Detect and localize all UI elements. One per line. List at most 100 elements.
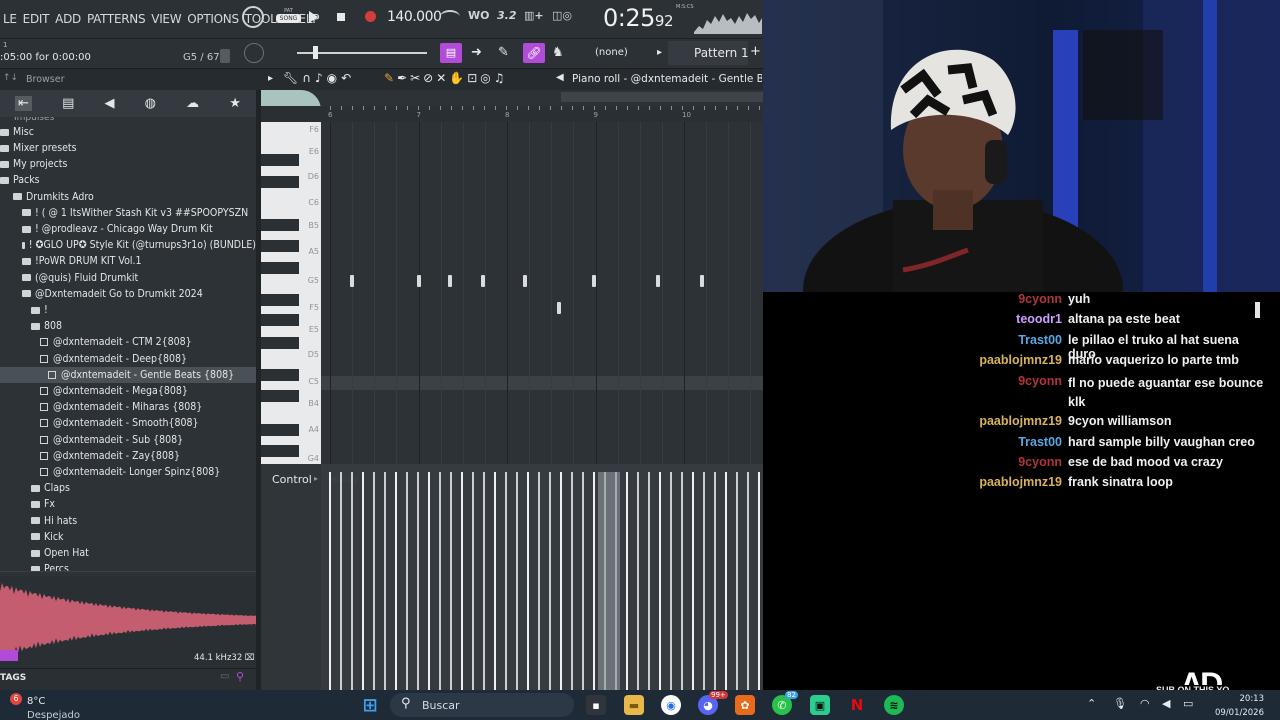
velocity-bars[interactable] bbox=[321, 464, 763, 690]
menu-edit[interactable]: EDIT bbox=[20, 12, 53, 26]
mic-icon[interactable] bbox=[220, 49, 230, 63]
play-preview-icon[interactable] bbox=[0, 650, 18, 661]
browser-star-icon[interactable]: ★ bbox=[229, 96, 241, 111]
clock-date[interactable]: 09/01/2026 bbox=[1207, 708, 1264, 718]
velocity-bar[interactable] bbox=[395, 472, 397, 690]
timeline-ruler[interactable]: 6 7 8 9 10 bbox=[261, 106, 763, 122]
bar-number[interactable]: 7 bbox=[417, 111, 421, 119]
velocity-bar[interactable] bbox=[626, 472, 628, 690]
black-key[interactable] bbox=[261, 294, 299, 306]
task-view-icon[interactable]: ▪ bbox=[586, 695, 606, 715]
browser-item[interactable]: Claps bbox=[0, 480, 256, 496]
browser-item[interactable]: @dxntemadeit - Deep{808} bbox=[0, 351, 256, 367]
browser-item[interactable]: @dxntemadeit - Mega{808} bbox=[0, 383, 256, 399]
pianoroll-menu-arrow-icon[interactable]: ▸ bbox=[268, 73, 273, 84]
stop-icon[interactable] bbox=[337, 13, 345, 21]
velocity-bar[interactable] bbox=[593, 472, 595, 690]
black-key[interactable] bbox=[261, 262, 299, 274]
browser-item[interactable]: Open Hat bbox=[0, 545, 256, 561]
song-time-display[interactable]: 0:2592 bbox=[603, 4, 674, 32]
snap-selector[interactable]: (none) bbox=[595, 47, 628, 58]
chat-username[interactable]: paablojmnz19 bbox=[763, 414, 1068, 428]
search-box[interactable]: ⚲ Buscar bbox=[390, 693, 574, 717]
browser-item[interactable]: @dxntemadeit - CTM 2{808} bbox=[0, 334, 256, 350]
velocity-bar[interactable] bbox=[329, 472, 331, 690]
step-edit-icon[interactable]: ▥+ bbox=[524, 9, 544, 22]
countdown-icon[interactable]: 3.2 bbox=[497, 9, 517, 22]
tag-folder-icon[interactable]: ▭ bbox=[220, 671, 229, 682]
chat-scrollbar[interactable] bbox=[1255, 302, 1260, 318]
wifi-icon[interactable]: ◠ bbox=[1140, 697, 1150, 710]
velocity-bar[interactable] bbox=[362, 472, 364, 690]
bar-number[interactable]: 6 bbox=[328, 111, 332, 119]
app-icon[interactable]: ▣ bbox=[810, 695, 830, 715]
velocity-bar[interactable] bbox=[450, 472, 452, 690]
stamp-icon[interactable]: ♞ bbox=[552, 45, 564, 60]
browser-item[interactable]: Misc bbox=[0, 124, 256, 140]
velocity-bar[interactable] bbox=[747, 472, 749, 690]
volume-icon[interactable]: ◀ bbox=[1162, 697, 1170, 710]
bar-number[interactable]: 8 bbox=[505, 111, 509, 119]
event-editor[interactable]: Control ▸ Velocity bbox=[261, 464, 763, 690]
loop-record-icon[interactable]: ◫◎ bbox=[552, 9, 572, 22]
add-pattern-button[interactable]: + bbox=[750, 44, 761, 59]
menu-options[interactable]: OPTIONS bbox=[184, 12, 242, 26]
note[interactable] bbox=[350, 275, 355, 287]
play-icon[interactable] bbox=[309, 11, 318, 23]
velocity-bar[interactable] bbox=[637, 472, 639, 690]
browser-item[interactable]: @dxntemadeit - Sub {808} bbox=[0, 432, 256, 448]
velocity-bar[interactable] bbox=[351, 472, 353, 690]
browser-item[interactable]: @Dxntemadeit Go to Drumkit 2024 bbox=[0, 286, 256, 302]
menu-add[interactable]: ADD bbox=[52, 12, 84, 26]
velocity-bar[interactable] bbox=[516, 472, 518, 690]
chat-username[interactable]: 9cyonn bbox=[763, 455, 1068, 469]
browser-item[interactable]: Fx bbox=[0, 496, 256, 512]
black-key[interactable] bbox=[261, 369, 299, 381]
control-label[interactable]: Control bbox=[272, 473, 312, 486]
slider-handle[interactable] bbox=[313, 46, 318, 59]
note[interactable] bbox=[448, 275, 453, 287]
browser-item[interactable]: @dxntemadeit - Miharas {808} bbox=[0, 399, 256, 415]
browser-item[interactable]: 808 bbox=[0, 318, 256, 334]
browser-item[interactable]: @dxntemadeit - Zay{808} bbox=[0, 448, 256, 464]
velocity-bar[interactable] bbox=[670, 472, 672, 690]
bar-number[interactable]: 10 bbox=[682, 111, 691, 119]
chat-username[interactable]: 9cyonn bbox=[763, 292, 1068, 306]
black-key[interactable] bbox=[261, 337, 299, 349]
note[interactable] bbox=[416, 275, 421, 287]
control-arrow-icon[interactable]: ▸ bbox=[314, 474, 318, 483]
bar-number[interactable]: 9 bbox=[594, 111, 598, 119]
menu-file[interactable]: LE bbox=[0, 12, 20, 26]
note[interactable] bbox=[557, 302, 562, 314]
velocity-bar[interactable] bbox=[505, 472, 507, 690]
chat-username[interactable]: Trast00 bbox=[763, 435, 1068, 449]
browser-files-icon[interactable]: ▤ bbox=[62, 96, 74, 111]
velocity-bar[interactable] bbox=[648, 472, 650, 690]
piano-roll-toggle-icon[interactable]: ▤ bbox=[440, 43, 462, 63]
black-key[interactable] bbox=[261, 240, 299, 252]
chat-username[interactable]: 9cyonn bbox=[763, 374, 1068, 412]
velocity-bar[interactable] bbox=[494, 472, 496, 690]
metronome-icon[interactable] bbox=[440, 10, 460, 24]
velocity-bar[interactable] bbox=[417, 472, 419, 690]
tempo-display[interactable]: 140.000 bbox=[387, 9, 442, 25]
weather-condition[interactable]: Despejado bbox=[27, 710, 80, 720]
pencil-tool-icon[interactable]: ✎ bbox=[498, 45, 509, 60]
velocity-bar[interactable] bbox=[714, 472, 716, 690]
velocity-bar[interactable] bbox=[538, 472, 540, 690]
browser-item[interactable]: Packs bbox=[0, 172, 256, 188]
note[interactable] bbox=[481, 275, 486, 287]
velocity-bar[interactable] bbox=[681, 472, 683, 690]
chat-username[interactable]: teoodr1 bbox=[763, 312, 1068, 326]
browser-item[interactable]: ! ( @ 1 ItsWither Stash Kit v3 ##SPOOPYS… bbox=[0, 205, 256, 221]
browser-plugins-icon[interactable]: ◀ bbox=[105, 96, 115, 111]
menu-view[interactable]: VIEW bbox=[148, 12, 184, 26]
tray-chevron-icon[interactable]: ⌃ bbox=[1087, 697, 1096, 710]
temperature[interactable]: 8°C bbox=[27, 696, 45, 707]
browser-collapse-icon[interactable]: ⇤ bbox=[15, 96, 32, 111]
browser-item[interactable]: !PoWR DRUM KIT Vol.1 bbox=[0, 253, 256, 269]
velocity-bar[interactable] bbox=[692, 472, 694, 690]
menu-patterns[interactable]: PATTERNS bbox=[84, 12, 148, 26]
velocity-bar[interactable] bbox=[384, 472, 386, 690]
windows-start-icon[interactable]: ⊞ bbox=[360, 695, 380, 716]
